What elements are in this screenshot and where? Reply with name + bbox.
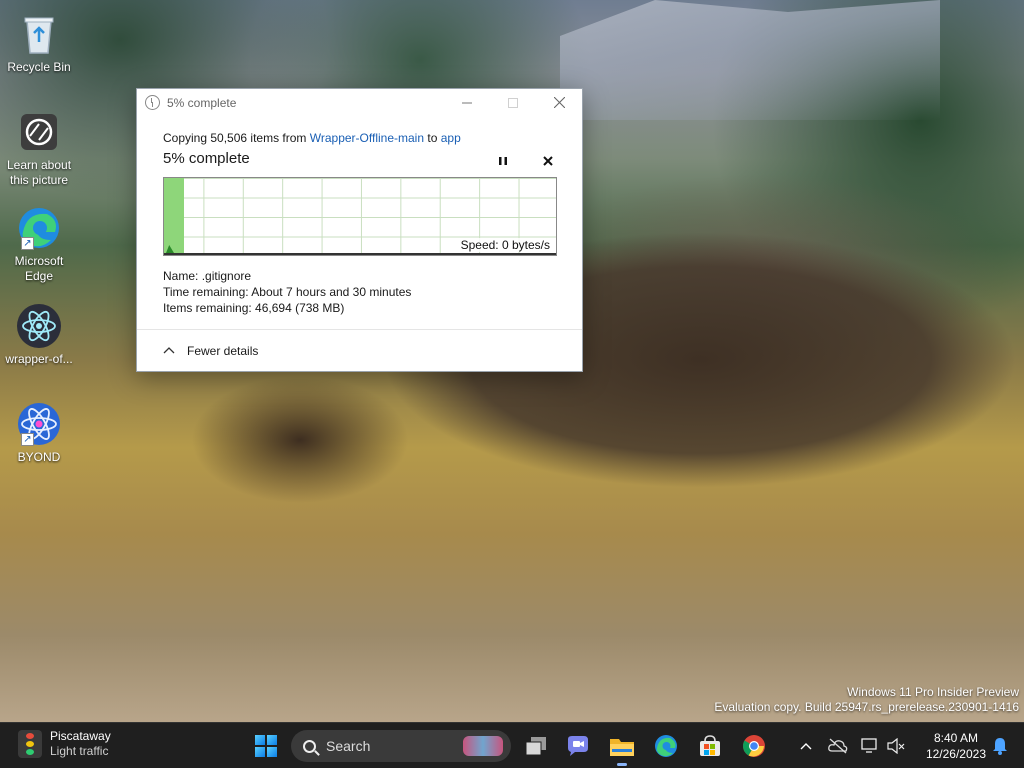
desktop-icon-wrapper-offline[interactable]: wrapper-of... — [2, 302, 76, 367]
destination-folder-link[interactable]: app — [441, 131, 461, 145]
copy-to-text: to — [427, 131, 438, 145]
search-highlight-icon — [463, 736, 503, 756]
teams-chat-button[interactable] — [562, 730, 594, 762]
close-button[interactable] — [536, 89, 582, 116]
detail-name-row: Name: .gitignore — [163, 268, 411, 284]
electron-app-icon — [15, 302, 63, 350]
minimize-button[interactable] — [444, 89, 490, 116]
detail-items-label: Items remaining: — [163, 301, 252, 315]
search-placeholder: Search — [326, 738, 371, 754]
clock-date: 12/26/2023 — [925, 747, 986, 761]
desktop-icon-label: Learn about this picture — [6, 158, 72, 187]
notifications-button[interactable] — [984, 730, 1016, 762]
maximize-button — [490, 89, 536, 116]
evaluation-watermark: Windows 11 Pro Insider Preview Evaluatio… — [714, 685, 1019, 715]
detail-time-value: About 7 hours and 30 minutes — [251, 285, 412, 299]
bell-icon — [993, 738, 1007, 755]
graph-baseline — [164, 253, 556, 255]
desktop-icon-label: Microsoft Edge — [14, 254, 64, 283]
clock[interactable]: 8:40 AM 12/26/2023 — [926, 730, 986, 762]
watermark-line-1: Windows 11 Pro Insider Preview — [847, 685, 1019, 699]
pause-button[interactable] — [493, 151, 513, 171]
taskbar: Piscataway Light traffic Search 8:40 AM … — [0, 722, 1024, 768]
desktop-icon-learn-about-picture[interactable]: Learn about this picture — [2, 108, 76, 188]
taskbar-search[interactable]: Search — [291, 730, 511, 762]
copy-details: Name: .gitignore Time remaining: About 7… — [163, 268, 411, 316]
detail-name-value: .gitignore — [201, 269, 252, 283]
active-app-indicator — [617, 763, 627, 766]
progress-fill — [164, 178, 184, 255]
cancel-copy-button[interactable] — [538, 151, 558, 171]
chevron-up-icon — [163, 345, 179, 357]
desktop-icon-label: BYOND — [17, 450, 61, 464]
chat-icon — [568, 736, 588, 756]
clock-time: 8:40 AM — [933, 731, 978, 745]
folder-icon — [610, 739, 634, 756]
close-icon — [543, 156, 553, 166]
detail-time-row: Time remaining: About 7 hours and 30 min… — [163, 284, 411, 300]
weather-widget[interactable]: Piscataway Light traffic — [18, 729, 111, 759]
weather-status: Light traffic — [50, 744, 109, 758]
desktop-icon-label: Recycle Bin — [7, 60, 71, 74]
dialog-separator — [137, 329, 582, 330]
chevron-up-icon — [800, 743, 812, 750]
watermark-line-2: Evaluation copy. Build 25947.rs_prerelea… — [714, 700, 1019, 714]
fewer-details-button[interactable]: Fewer details — [163, 344, 258, 358]
show-hidden-icons-button[interactable] — [790, 730, 822, 762]
traffic-light-icon — [18, 730, 42, 758]
cloud-offline-icon — [828, 738, 848, 754]
detail-name-label: Name: — [163, 269, 199, 283]
task-view-button[interactable] — [520, 730, 552, 762]
edge-icon — [655, 735, 677, 757]
clock-icon — [145, 95, 160, 110]
copy-progress-dialog: 5% complete Copying 50,506 items from Wr… — [136, 88, 583, 372]
recycle-bin-icon — [15, 10, 63, 58]
detail-items-value: 46,694 (738 MB) — [255, 301, 345, 315]
store-button[interactable] — [694, 730, 726, 762]
fewer-details-label: Fewer details — [187, 344, 259, 358]
network-icon — [861, 738, 877, 753]
edge-taskbar-button[interactable] — [650, 730, 682, 762]
camera-icon — [15, 108, 63, 156]
speed-readout: Speed: 0 bytes/s — [459, 238, 551, 252]
edge-icon: ↗ — [15, 204, 63, 252]
task-view-icon — [525, 737, 546, 756]
copy-prefix-text: Copying 50,506 items from — [163, 131, 307, 145]
store-icon — [700, 735, 720, 756]
detail-time-label: Time remaining: — [163, 285, 249, 299]
volume-tray-button[interactable] — [880, 730, 912, 762]
weather-city: Piscataway — [50, 729, 111, 743]
speaker-muted-icon — [887, 738, 905, 754]
shortcut-arrow-icon: ↗ — [21, 237, 34, 250]
dialog-title: 5% complete — [167, 95, 237, 110]
search-icon — [303, 739, 316, 753]
pause-icon — [499, 157, 507, 165]
wallpaper-mountain — [560, 0, 940, 120]
desktop-icon-label: wrapper-of... — [5, 352, 73, 366]
desktop-icon-microsoft-edge[interactable]: ↗ Microsoft Edge — [2, 204, 76, 284]
transfer-speed-graph: Speed: 0 bytes/s — [163, 177, 557, 256]
percent-complete-label: 5% complete — [163, 150, 250, 167]
windows-logo-icon — [255, 735, 277, 757]
dialog-titlebar[interactable]: 5% complete — [137, 89, 582, 116]
source-folder-link[interactable]: Wrapper-Offline-main — [310, 131, 424, 145]
shortcut-arrow-icon: ↗ — [21, 433, 34, 446]
byond-icon: ↗ — [15, 400, 63, 448]
file-explorer-button[interactable] — [606, 730, 638, 766]
onedrive-tray-button[interactable] — [822, 730, 854, 762]
detail-items-row: Items remaining: 46,694 (738 MB) — [163, 300, 411, 316]
copy-summary: Copying 50,506 items from Wrapper-Offlin… — [163, 131, 461, 145]
chrome-button[interactable] — [738, 730, 770, 762]
start-button[interactable] — [250, 730, 282, 762]
desktop-icon-byond[interactable]: ↗ BYOND — [2, 400, 76, 465]
desktop-icon-recycle-bin[interactable]: Recycle Bin — [2, 10, 76, 75]
chrome-icon — [743, 735, 765, 757]
